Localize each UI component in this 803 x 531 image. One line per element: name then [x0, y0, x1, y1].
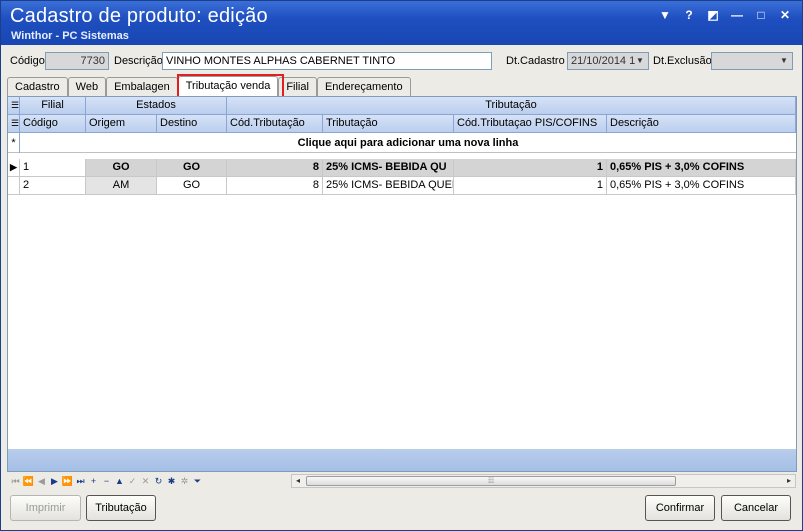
- codigo-field[interactable]: 7730: [45, 52, 109, 70]
- codigo-label: Código: [10, 55, 45, 67]
- post-icon[interactable]: ✓: [126, 474, 139, 488]
- row-pointer-icon: ▶: [8, 159, 20, 177]
- tab-embalagem[interactable]: Embalagen: [106, 77, 178, 96]
- tab-filial[interactable]: Filial: [278, 77, 317, 96]
- tab-web[interactable]: Web: [67, 77, 107, 96]
- group-filial: Filial: [20, 97, 86, 115]
- chevron-down-icon[interactable]: ▼: [777, 54, 791, 68]
- row-marker: [8, 177, 20, 195]
- dt-cadastro-field[interactable]: 21/10/2014 1 ▼: [567, 52, 649, 70]
- cell-tributacao[interactable]: 25% ICMS- BEBIDA QUENT: [323, 177, 454, 195]
- dt-exclusao-label: Dt.Exclusão: [653, 55, 712, 67]
- imprimir-button[interactable]: Imprimir: [10, 495, 81, 521]
- cell-origem[interactable]: AM: [86, 177, 157, 195]
- bookmark-icon[interactable]: ✱: [165, 474, 178, 488]
- scrollbar-thumb[interactable]: ⁞⁞⁞: [306, 476, 676, 486]
- window-subtitle: Winthor - PC Sistemas: [11, 30, 129, 42]
- tab-cadastro[interactable]: Cadastro: [7, 77, 68, 96]
- col-descricao[interactable]: Descrição: [607, 115, 796, 133]
- help-icon[interactable]: ?: [680, 7, 698, 23]
- descricao-label: Descrição: [114, 55, 163, 67]
- confirmar-button[interactable]: Confirmar: [645, 495, 715, 521]
- cell-codigo[interactable]: 1: [20, 159, 86, 177]
- descricao-field[interactable]: VINHO MONTES ALPHAS CABERNET TINTO: [162, 52, 492, 70]
- delete-icon[interactable]: −: [100, 474, 113, 488]
- group-estados: Estados: [86, 97, 227, 115]
- col-tributacao[interactable]: Tributação: [323, 115, 454, 133]
- navigator-buttons: ⏮ ⏪ ◀ ▶ ⏩ ⏭ + − ▲ ✓ ✕ ↻ ✱ ✲ ⏷: [9, 474, 204, 488]
- prev-page-icon[interactable]: ⏪: [22, 474, 35, 488]
- cell-cod-tributacao[interactable]: 8: [227, 177, 323, 195]
- grid-menu-icon[interactable]: ☰: [8, 97, 20, 115]
- col-origem[interactable]: Origem: [86, 115, 157, 133]
- scroll-left-icon[interactable]: ◂: [292, 475, 304, 487]
- col-cod-pis-cofins[interactable]: Cód.Tributaçao PIS/COFINS: [454, 115, 607, 133]
- table-row[interactable]: ▶ 1 GO GO 8 25% ICMS- BEBIDA QU 1 0,65% …: [8, 159, 796, 177]
- cell-destino[interactable]: GO: [157, 159, 227, 177]
- chevron-down-icon[interactable]: ▼: [633, 54, 647, 68]
- dropdown-icon[interactable]: ▼: [656, 7, 674, 23]
- dt-cadastro-label: Dt.Cadastro: [506, 55, 565, 67]
- grid-group-header: ☰ Filial Estados Tributação: [8, 97, 796, 115]
- close-icon[interactable]: ✕: [776, 7, 794, 23]
- table-row[interactable]: 2 AM GO 8 25% ICMS- BEBIDA QUENT 1 0,65%…: [8, 177, 796, 195]
- asterisk-icon: *: [8, 133, 20, 153]
- cell-cod-pis-cofins[interactable]: 1: [454, 159, 607, 177]
- grid-navigator: ⏮ ⏪ ◀ ▶ ⏩ ⏭ + − ▲ ✓ ✕ ↻ ✱ ✲ ⏷ ◂ ⁞⁞⁞ ▸: [7, 473, 797, 489]
- product-edit-window: Cadastro de produto: edição Winthor - PC…: [0, 0, 803, 531]
- add-row-text: Clique aqui para adicionar uma nova linh…: [297, 137, 519, 149]
- insert-icon[interactable]: +: [87, 474, 100, 488]
- next-record-icon[interactable]: ▶: [48, 474, 61, 488]
- last-record-icon[interactable]: ⏭: [74, 474, 87, 488]
- header-fields: Código 7730 Descrição VINHO MONTES ALPHA…: [1, 49, 802, 73]
- dt-exclusao-field[interactable]: ▼: [711, 52, 793, 70]
- goto-bookmark-icon[interactable]: ✲: [178, 474, 191, 488]
- scroll-right-icon[interactable]: ▸: [783, 475, 795, 487]
- grid-menu-icon[interactable]: ☰: [8, 115, 20, 133]
- title-bar: Cadastro de produto: edição Winthor - PC…: [1, 1, 802, 45]
- maximize-icon[interactable]: □: [752, 7, 770, 23]
- cell-tributacao[interactable]: 25% ICMS- BEBIDA QU: [323, 159, 454, 177]
- cell-origem[interactable]: GO: [86, 159, 157, 177]
- edit-icon[interactable]: ▲: [113, 474, 126, 488]
- cell-codigo[interactable]: 2: [20, 177, 86, 195]
- tributacao-grid: ☰ Filial Estados Tributação ☰ Código Ori…: [7, 96, 797, 472]
- col-codigo[interactable]: Código: [20, 115, 86, 133]
- group-tributacao: Tributação: [227, 97, 796, 115]
- cell-cod-tributacao[interactable]: 8: [227, 159, 323, 177]
- next-page-icon[interactable]: ⏩: [61, 474, 74, 488]
- first-record-icon[interactable]: ⏮: [9, 474, 22, 488]
- window-title: Cadastro de produto: edição: [10, 5, 268, 27]
- minimize-icon[interactable]: —: [728, 7, 746, 23]
- filter-icon[interactable]: ⏷: [191, 474, 204, 488]
- tributacao-button[interactable]: Tributação: [86, 495, 156, 521]
- cell-descricao[interactable]: 0,65% PIS + 3,0% COFINS: [607, 177, 796, 195]
- add-row[interactable]: * Clique aqui para adicionar uma nova li…: [8, 133, 796, 153]
- dt-cadastro-value: 21/10/2014 1: [571, 55, 636, 67]
- cancel-edit-icon[interactable]: ✕: [139, 474, 152, 488]
- prev-record-icon[interactable]: ◀: [35, 474, 48, 488]
- grid-footer-band: [8, 449, 796, 471]
- tab-enderecamento[interactable]: Endereçamento: [316, 77, 411, 96]
- cell-destino[interactable]: GO: [157, 177, 227, 195]
- horizontal-scrollbar[interactable]: ◂ ⁞⁞⁞ ▸: [291, 474, 796, 488]
- cancelar-button[interactable]: Cancelar: [721, 495, 791, 521]
- col-destino[interactable]: Destino: [157, 115, 227, 133]
- window-controls: ▼ ? ◩ — □ ✕: [656, 7, 794, 23]
- grid-column-header: ☰ Código Origem Destino Cód.Tributação T…: [8, 115, 796, 133]
- restore-icon[interactable]: ◩: [704, 7, 722, 23]
- refresh-icon[interactable]: ↻: [152, 474, 165, 488]
- col-cod-tributacao[interactable]: Cód.Tributação: [227, 115, 323, 133]
- cell-descricao[interactable]: 0,65% PIS + 3,0% COFINS: [607, 159, 796, 177]
- cell-cod-pis-cofins[interactable]: 1: [454, 177, 607, 195]
